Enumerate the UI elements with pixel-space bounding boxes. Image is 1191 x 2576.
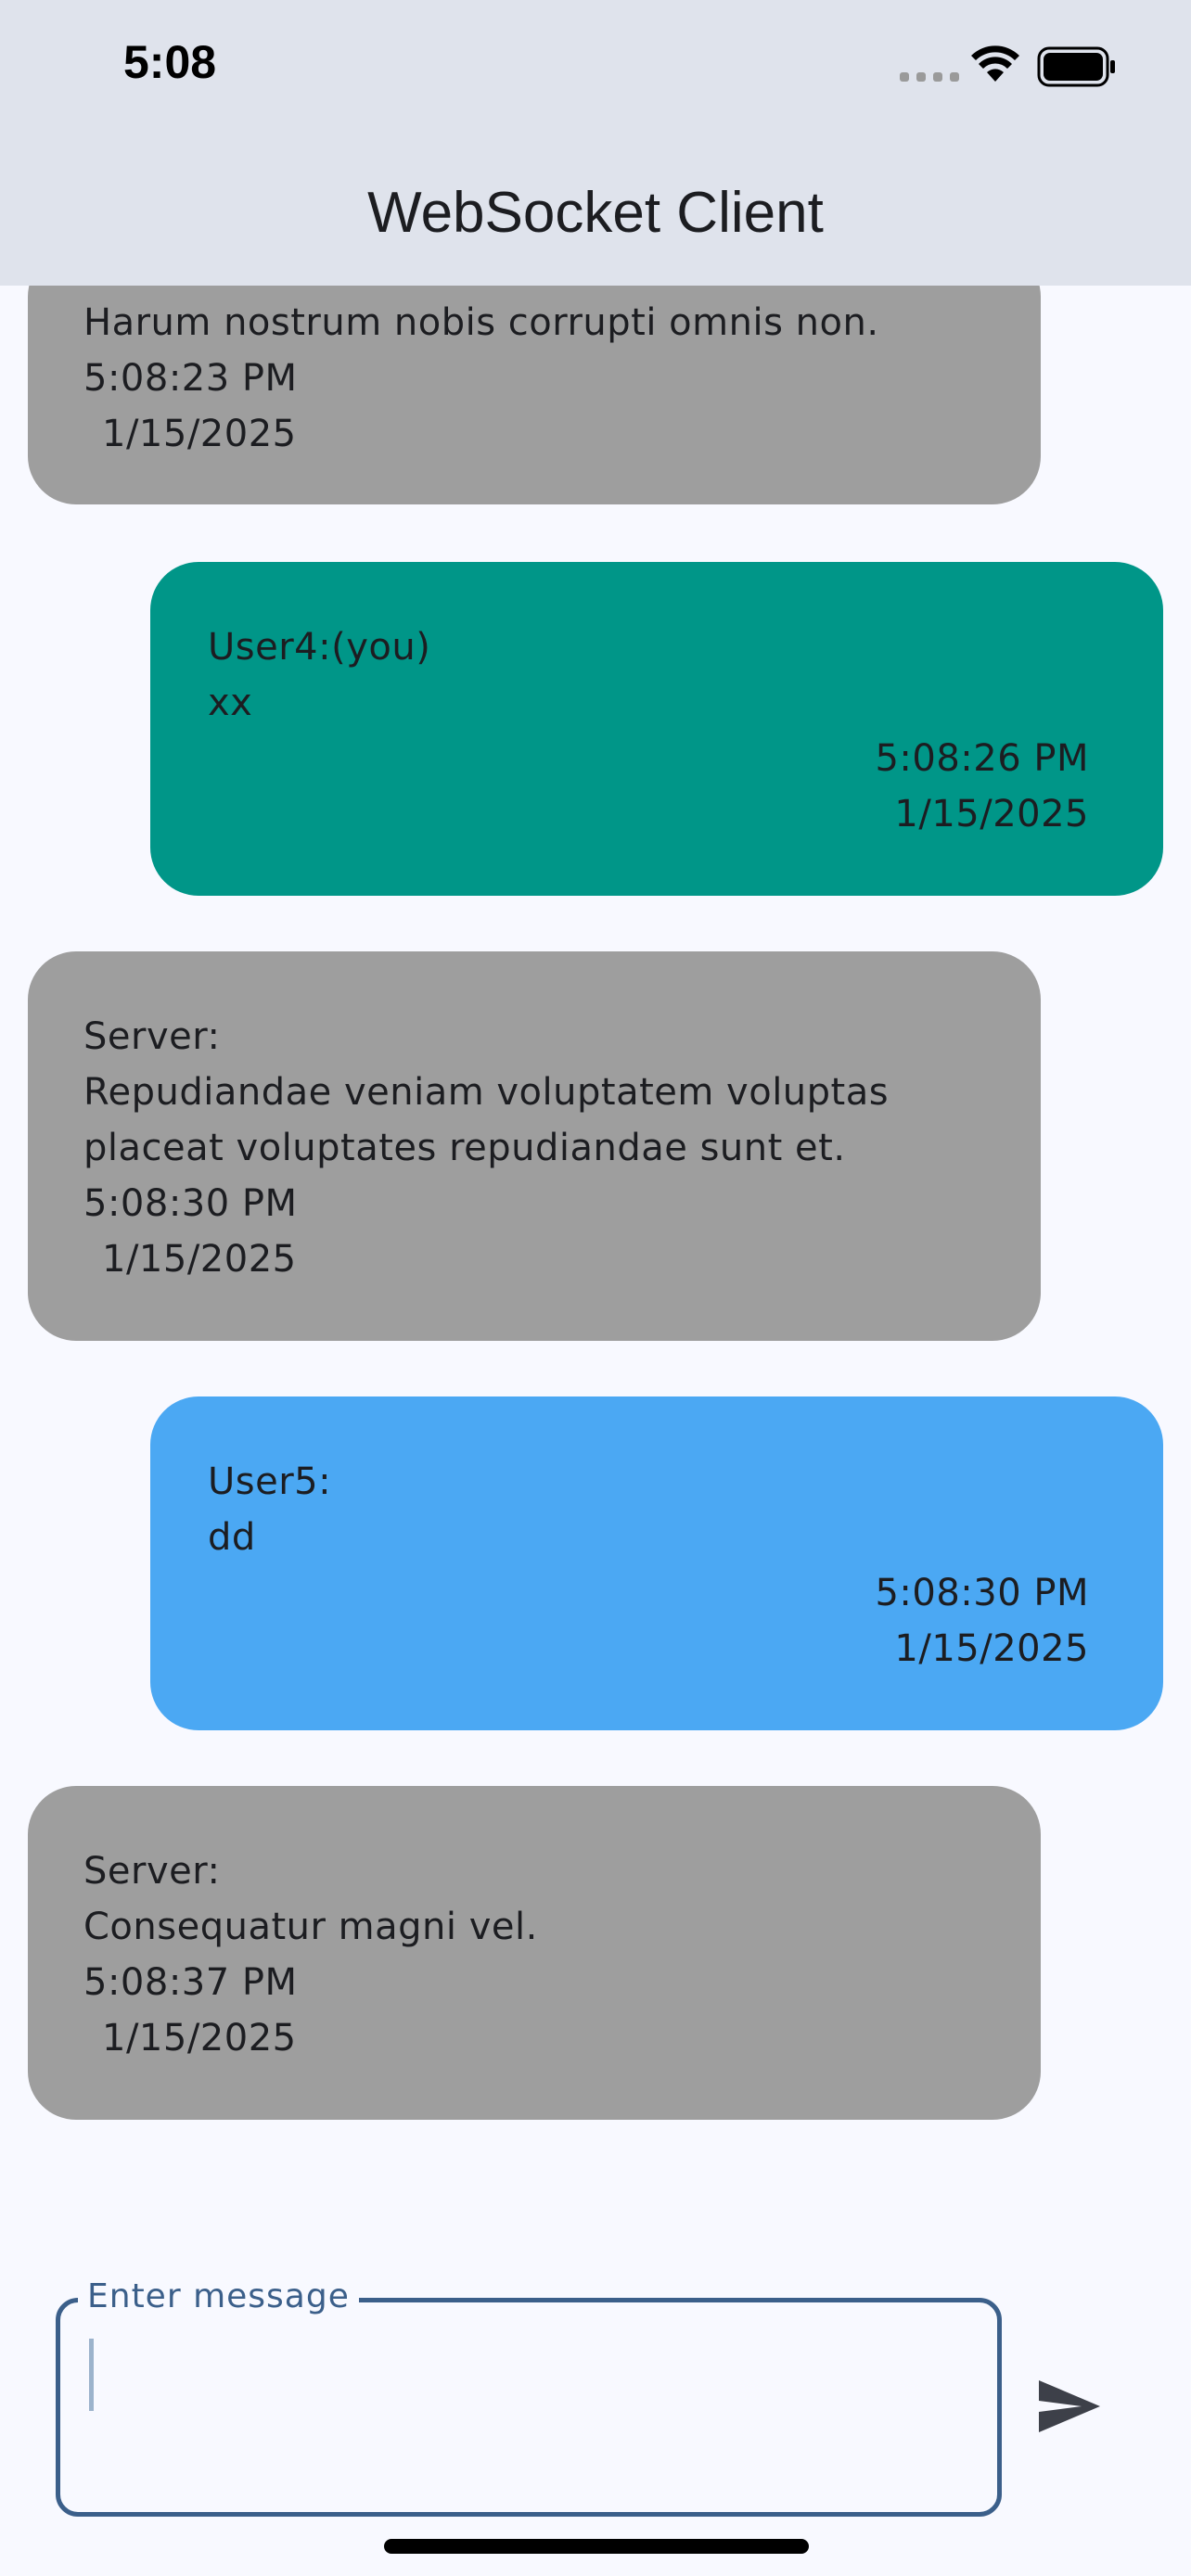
message-time: 5:08:23 PM xyxy=(83,357,298,400)
app-title: WebSocket Client xyxy=(367,180,824,245)
message-text: Harum nostrum nobis corrupti omnis non. xyxy=(83,301,879,344)
message-date: 1/15/2025 xyxy=(102,413,297,455)
message-bubble-server: Harum nostrum nobis corrupti omnis non. … xyxy=(28,286,1041,504)
message-bubble-server: Server: Consequatur magni vel. 5:08:37 P… xyxy=(28,1786,1041,2120)
battery-icon xyxy=(1037,46,1115,87)
cellular-signal-icon xyxy=(900,72,959,82)
message-time: 5:08:26 PM xyxy=(875,737,1089,780)
message-time: 5:08:30 PM xyxy=(875,1572,1089,1614)
message-date: 1/15/2025 xyxy=(894,793,1089,835)
app-bar: WebSocket Client xyxy=(0,139,1191,286)
status-bar: 5:08 xyxy=(0,0,1191,139)
message-text-line: placeat voluptates repudiandae sunt et. xyxy=(83,1127,846,1169)
home-indicator xyxy=(384,2539,809,2554)
status-time: 5:08 xyxy=(123,36,217,88)
wifi-icon xyxy=(971,45,1019,82)
text-caret xyxy=(89,2339,94,2411)
message-input-border[interactable] xyxy=(56,2298,1002,2517)
message-time: 5:08:30 PM xyxy=(83,1182,298,1225)
message-date: 1/15/2025 xyxy=(102,2017,297,2060)
message-bubble-server: Server: Repudiandae veniam voluptatem vo… xyxy=(28,951,1041,1341)
message-sender: Server: xyxy=(83,1850,221,1893)
message-bubble-user: User5: dd 5:08:30 PM 1/15/2025 xyxy=(150,1396,1163,1730)
message-text: dd xyxy=(208,1516,256,1559)
message-time: 5:08:37 PM xyxy=(83,1961,298,2004)
message-text: xx xyxy=(208,682,253,724)
send-icon[interactable] xyxy=(1037,2378,1102,2434)
message-input-field[interactable]: Enter message xyxy=(56,2277,1002,2517)
message-sender: Server: xyxy=(83,1015,221,1058)
message-date: 1/15/2025 xyxy=(894,1627,1089,1670)
message-text-line: Repudiandae veniam voluptatem voluptas xyxy=(83,1071,890,1114)
message-date: 1/15/2025 xyxy=(102,1238,297,1281)
message-input-label: Enter message xyxy=(78,2277,359,2315)
message-text: Consequatur magni vel. xyxy=(83,1906,538,1948)
message-list[interactable]: Harum nostrum nobis corrupti omnis non. … xyxy=(0,286,1191,2233)
message-sender: User4:(you) xyxy=(208,626,431,669)
message-sender: User5: xyxy=(208,1460,332,1503)
message-bubble-self: User4:(you) xx 5:08:26 PM 1/15/2025 xyxy=(150,562,1163,896)
